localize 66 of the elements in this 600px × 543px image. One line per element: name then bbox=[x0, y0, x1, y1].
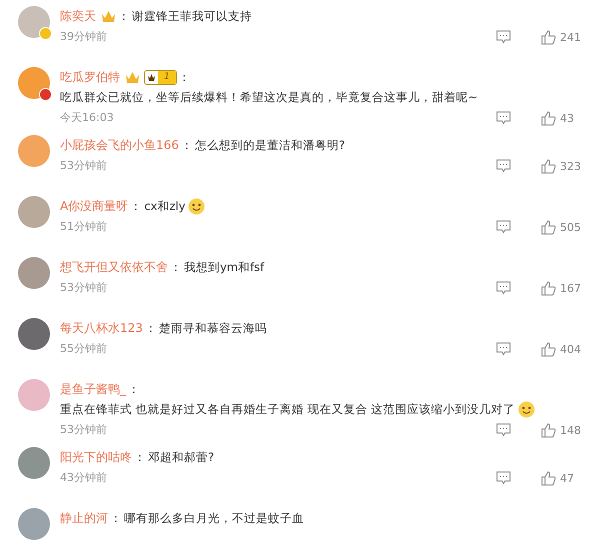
comment-time: 53分钟前 bbox=[60, 158, 108, 174]
like-count: 47 bbox=[560, 472, 575, 484]
thumbs-up-icon[interactable] bbox=[541, 30, 556, 44]
like-count: 43 bbox=[560, 112, 575, 124]
comment-text: 哪有那么多白月光，不过是蚊子血 bbox=[124, 510, 304, 527]
comment-icon[interactable] bbox=[496, 220, 511, 234]
comment-text: 邓超和郝蕾? bbox=[148, 449, 214, 466]
separator-text: ： bbox=[170, 259, 182, 276]
comment-icon[interactable] bbox=[496, 342, 511, 356]
thumbs-up-icon[interactable] bbox=[541, 280, 556, 296]
comment-text: cx和zly bbox=[144, 198, 186, 215]
user-name[interactable]: 想飞开但又依依不舍 bbox=[60, 257, 168, 277]
like-count: 323 bbox=[560, 160, 582, 172]
user-name[interactable]: 阳光下的咕咚 bbox=[60, 447, 132, 467]
user-name[interactable]: 陈奕天 bbox=[60, 6, 96, 26]
separator-text: ： bbox=[110, 510, 122, 527]
thumbs-up-icon[interactable] bbox=[541, 422, 556, 438]
comment-text: 楚雨寻和慕容云海吗 bbox=[158, 320, 267, 337]
comment-time: 53分钟前 bbox=[60, 280, 108, 296]
avatar[interactable] bbox=[18, 257, 50, 289]
comment-time: 43分钟前 bbox=[60, 470, 108, 486]
comment-icon[interactable] bbox=[496, 423, 511, 437]
comment-text: 谢霆锋王菲我可以支持 bbox=[132, 8, 252, 25]
user-name[interactable]: 每天八杯水123 bbox=[60, 318, 143, 338]
comment-time: 55分钟前 bbox=[60, 341, 108, 357]
thumbs-up-icon[interactable] bbox=[541, 110, 556, 126]
thumbs-up-icon[interactable] bbox=[541, 342, 556, 356]
user-name[interactable]: 吃瓜罗伯特 bbox=[60, 67, 120, 87]
user-name[interactable]: 是鱼子酱鸭_ bbox=[60, 379, 126, 399]
avatar[interactable] bbox=[18, 67, 50, 99]
separator-text: ： bbox=[144, 320, 157, 337]
avatar[interactable] bbox=[18, 508, 50, 540]
like-count: 404 bbox=[560, 342, 582, 356]
avatar[interactable] bbox=[18, 318, 50, 350]
thumbs-up-icon[interactable] bbox=[541, 158, 556, 174]
avatar[interactable] bbox=[18, 196, 50, 228]
like-count: 167 bbox=[560, 282, 582, 294]
separator-text: ： bbox=[134, 449, 146, 466]
comment-icon[interactable] bbox=[496, 471, 511, 485]
comment-time: 51分钟前 bbox=[60, 219, 108, 235]
separator-text: ： bbox=[118, 8, 130, 25]
comment-text: 重点在锋菲式 也就是好过又各自再婚生子离婚 现在又复合 这范围应该缩小到没几对了 bbox=[60, 401, 515, 418]
separator-text: ： bbox=[130, 198, 142, 215]
comment-text: 怎么想到的是董洁和潘粤明? bbox=[194, 137, 346, 154]
comment-time: 今天16:03 bbox=[60, 110, 115, 126]
comment-time: 39分钟前 bbox=[60, 29, 108, 45]
like-count: 241 bbox=[560, 30, 582, 44]
thumbs-up-icon[interactable] bbox=[541, 220, 556, 234]
comment-icon[interactable] bbox=[496, 281, 511, 295]
comment-text: 我想到ym和fsf bbox=[184, 259, 264, 276]
thumbs-up-icon[interactable] bbox=[541, 470, 556, 486]
separator-text: ： bbox=[178, 69, 191, 86]
like-count: 148 bbox=[560, 424, 582, 436]
level-badge: 1 bbox=[144, 70, 177, 84]
comment-icon[interactable] bbox=[496, 30, 511, 44]
like-count: 505 bbox=[560, 220, 582, 234]
user-name[interactable]: A你没商量呀 bbox=[60, 196, 128, 216]
separator-text: ： bbox=[180, 137, 193, 154]
avatar[interactable] bbox=[18, 447, 50, 479]
comment-icon[interactable] bbox=[496, 111, 511, 125]
user-name[interactable]: 小屁孩会飞的小鱼166 bbox=[60, 135, 179, 155]
comment-text: 吃瓜群众已就位，坐等后续爆料！希望这次是真的，毕竟复合这事儿，甜着呢~ bbox=[60, 89, 478, 106]
user-name[interactable]: 静止的河 bbox=[60, 508, 108, 528]
comment-icon[interactable] bbox=[496, 159, 511, 173]
comment-time: 53分钟前 bbox=[60, 422, 108, 438]
separator-text: ： bbox=[128, 381, 140, 398]
